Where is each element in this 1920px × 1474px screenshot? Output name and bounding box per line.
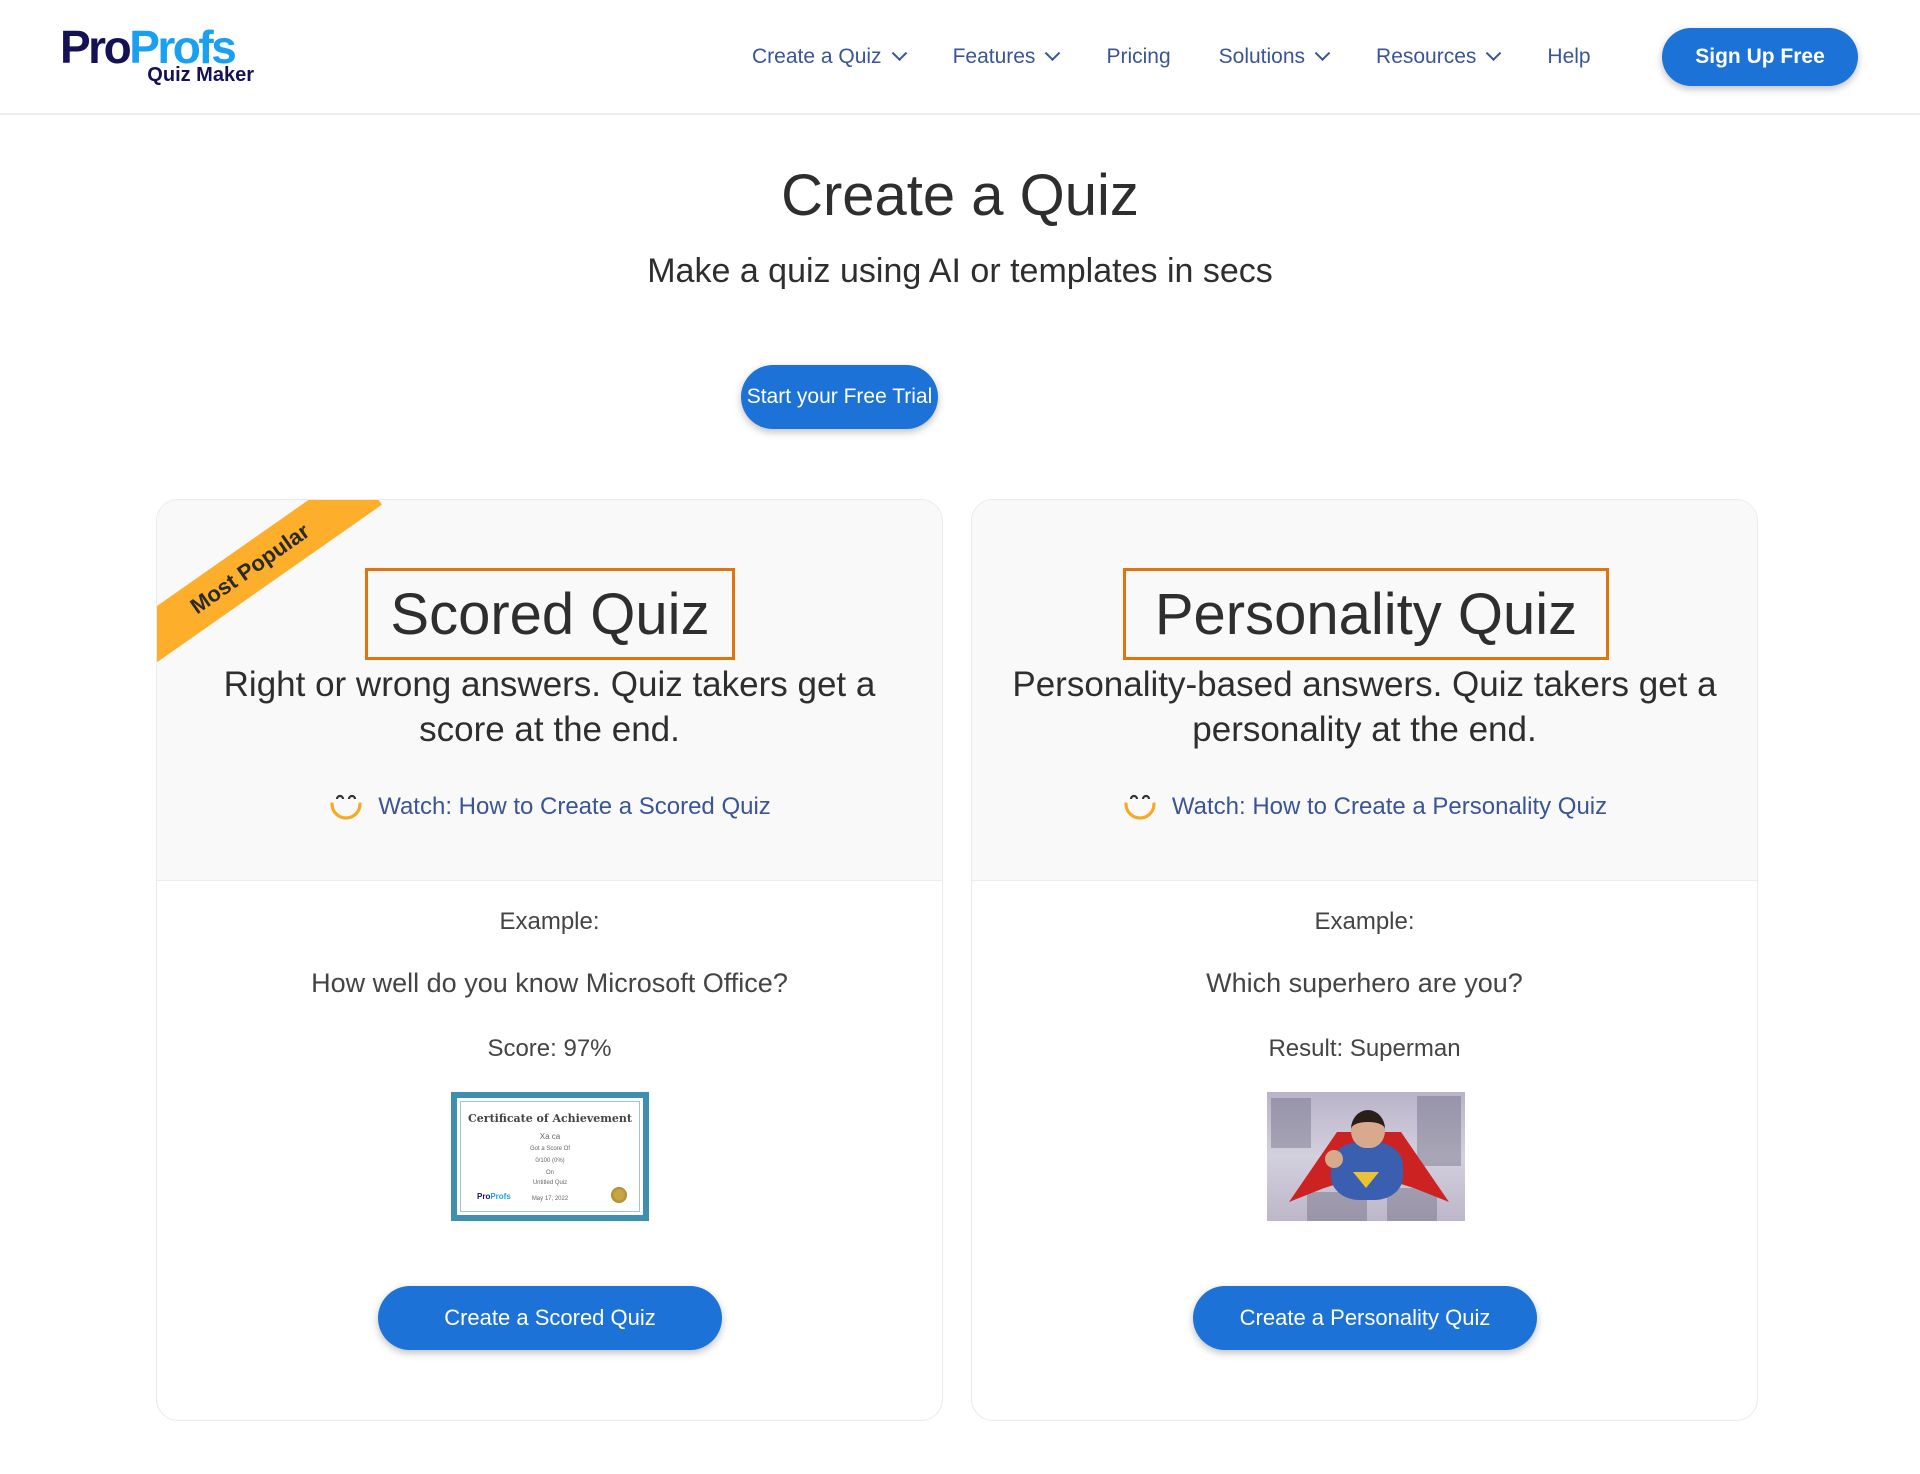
certificate-line: Got a Score Of: [529, 1146, 571, 1152]
watch-scored-quiz-link[interactable]: Watch: How to Create a Scored Quiz: [157, 790, 942, 824]
nav-label: Resources: [1376, 45, 1477, 68]
nav-pricing[interactable]: Pricing: [1106, 45, 1170, 69]
site-header: ProProfs Quiz Maker Create a Quiz Featur…: [0, 0, 1920, 115]
card-header: Personality Quiz Personality-based answe…: [972, 500, 1757, 881]
card-description: Personality-based answers. Quiz takers g…: [1012, 665, 1717, 749]
chevron-down-icon: [1486, 44, 1502, 61]
most-popular-ribbon: Most Popular: [157, 500, 382, 672]
smiley-icon: [1124, 794, 1156, 820]
building-shape: [1271, 1098, 1311, 1148]
scored-quiz-card: Most Popular Scored Quiz Right or wrong …: [156, 499, 943, 1421]
certificate-image: Certificate of Achievement Xa ca Got a S…: [451, 1092, 649, 1221]
certificate-line: 0/100 (0%): [535, 1158, 565, 1164]
example-result: Score: 97%: [487, 1035, 612, 1062]
chevron-down-icon: [1045, 44, 1061, 61]
example-question: Which superhero are you?: [1206, 968, 1523, 998]
certificate-name: Xa ca: [539, 1132, 561, 1141]
nav-resources[interactable]: Resources: [1376, 44, 1502, 69]
card-title: Scored Quiz: [365, 568, 735, 660]
card-description: Right or wrong answers. Quiz takers get …: [223, 665, 876, 749]
nav-solutions[interactable]: Solutions: [1218, 44, 1331, 69]
seal-icon: [611, 1187, 627, 1203]
chevron-down-icon: [891, 44, 907, 61]
page-title: Create a Quiz: [781, 163, 1139, 228]
create-personality-quiz-button[interactable]: Create a Personality Quiz: [1193, 1286, 1537, 1350]
head-shape: [1351, 1110, 1385, 1148]
start-free-trial-button[interactable]: Start your Free Trial: [741, 365, 938, 429]
smiley-icon: [330, 794, 362, 820]
example-label: Example:: [499, 908, 600, 935]
nav-help[interactable]: Help: [1547, 45, 1590, 69]
watch-link-text: Watch: How to Create a Personality Quiz: [1171, 793, 1608, 820]
example-label: Example:: [1314, 908, 1415, 935]
create-scored-quiz-button[interactable]: Create a Scored Quiz: [378, 1286, 722, 1350]
card-header: Most Popular Scored Quiz Right or wrong …: [157, 500, 942, 881]
example-result: Result: Superman: [1268, 1035, 1461, 1062]
certificate-line: Untitled Quiz: [532, 1180, 568, 1186]
certificate-title: Certificate of Achievement: [468, 1112, 632, 1125]
example-question: How well do you know Microsoft Office?: [311, 968, 788, 998]
nav-label: Features: [952, 45, 1036, 68]
body-shape: [1331, 1142, 1403, 1200]
personality-quiz-card: Personality Quiz Personality-based answe…: [971, 499, 1758, 1421]
nav-create-a-quiz[interactable]: Create a Quiz: [752, 44, 907, 69]
proprofs-logo[interactable]: ProProfs Quiz Maker: [60, 24, 260, 90]
main-nav: Create a Quiz Features Pricing Solutions…: [752, 0, 1639, 114]
superman-image: [1267, 1092, 1465, 1221]
sign-up-free-button[interactable]: Sign Up Free: [1662, 28, 1858, 86]
card-title: Personality Quiz: [1123, 568, 1609, 660]
nav-label: Solutions: [1218, 45, 1306, 68]
nav-label: Create a Quiz: [752, 45, 882, 68]
page-subtitle: Make a quiz using AI or templates in sec…: [647, 252, 1273, 290]
fist-shape: [1325, 1150, 1343, 1168]
certificate-logo: ProProfs: [477, 1192, 511, 1201]
logo-pro: Pro: [60, 21, 132, 73]
nav-label: Help: [1547, 45, 1591, 68]
nav-features[interactable]: Features: [952, 44, 1061, 69]
chevron-down-icon: [1314, 44, 1331, 61]
watch-link-text: Watch: How to Create a Scored Quiz: [378, 793, 771, 820]
logo-subtitle: Quiz Maker: [147, 64, 254, 86]
nav-label: Pricing: [1106, 45, 1171, 68]
certificate-line: On: [545, 1170, 554, 1176]
watch-personality-quiz-link[interactable]: Watch: How to Create a Personality Quiz: [972, 790, 1757, 824]
building-shape: [1417, 1096, 1461, 1166]
